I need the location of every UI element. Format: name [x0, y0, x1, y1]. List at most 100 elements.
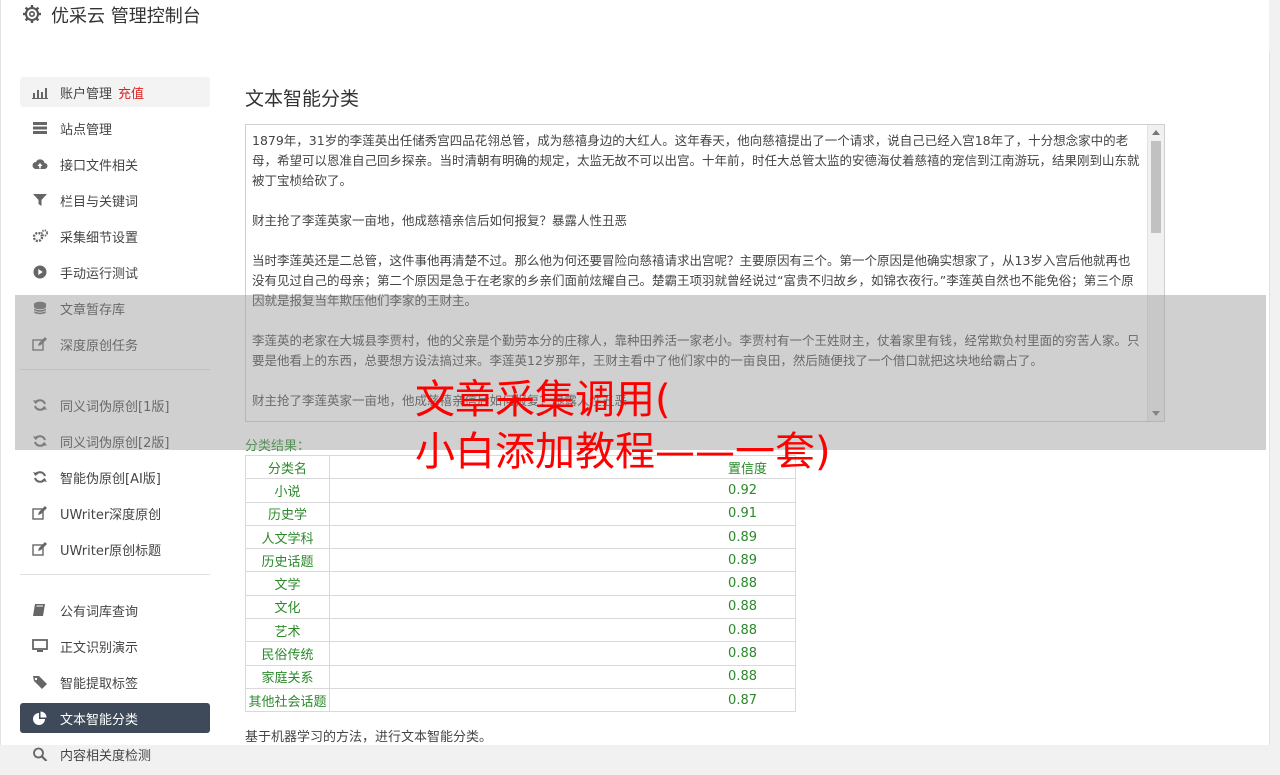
category-cell: 家庭关系: [244, 664, 331, 689]
sidebar-item-label: 正文识别演示: [60, 637, 138, 656]
sidebar-item-text: 采集细节设置: [60, 231, 139, 246]
gear-icon[interactable]: [22, 4, 42, 24]
page-title: 文本智能分类: [245, 88, 360, 110]
sidebar-item-text: 账户管理: [60, 87, 113, 102]
overlay-caption: 文章采集调用( 小白添加教程——一套): [415, 374, 831, 478]
sidebar-item-label: 站点管理: [60, 119, 112, 138]
category-cell: 文学: [244, 571, 331, 596]
sidebar-item-label: 公有词库查询: [60, 601, 138, 620]
sidebar-item-label: UWriter原创标题: [60, 540, 161, 559]
table-row: 人文学科 0.89: [244, 524, 796, 550]
scroll-thumb[interactable]: [1151, 141, 1161, 233]
table-row: 家庭关系 0.88: [244, 664, 796, 689]
confidence-cell: 0.87: [329, 687, 796, 713]
edit-icon: [32, 542, 47, 556]
edit-icon: [32, 506, 47, 520]
play-icon: [33, 265, 47, 279]
confidence-cell: 0.88: [329, 618, 796, 643]
sidebar-item-label: 接口文件相关: [60, 155, 138, 174]
sidebar-item-0-1[interactable]: 站点管理: [20, 113, 210, 143]
table-row: 文化 0.88: [244, 594, 796, 620]
table-row: 历史学 0.91: [244, 501, 796, 526]
server-icon: [33, 122, 47, 134]
filter-icon: [33, 194, 47, 206]
sidebar-item-text: UWriter原创标题: [60, 544, 162, 559]
sidebar-item-text: 接口文件相关: [60, 159, 139, 174]
tag-icon: [33, 676, 47, 689]
article-paragraph: 1879年，31岁的李莲英出任储秀宫四品花翎总管，成为慈禧身边的大红人。这年春天…: [252, 133, 1140, 188]
sidebar-item-text: 手动运行测试: [60, 267, 139, 282]
sidebar-item-0-4[interactable]: 采集细节设置: [20, 221, 210, 251]
sidebar-item-label: 文本智能分类: [60, 709, 138, 728]
sidebar-item-label: UWriter深度原创: [60, 504, 161, 523]
sidebar-item-label: 账户管理 充值: [60, 83, 144, 102]
sidebar-item-2-2[interactable]: 智能提取标签: [20, 667, 210, 697]
sidebar-item-label: 智能提取标签: [60, 673, 138, 692]
sidebar-item-0-2[interactable]: 接口文件相关: [20, 149, 210, 179]
confidence-cell: 0.92: [329, 478, 796, 503]
sidebar-item-text: 智能伪原创[AI版]: [60, 472, 161, 487]
sidebar-item-2-4[interactable]: 内容相关度检测: [20, 739, 210, 769]
table-row: 小说 0.92: [244, 478, 796, 503]
sidebar-item-text: 栏目与关键词: [60, 195, 139, 210]
article-paragraph: 财主抢了李莲英家一亩地，他成慈禧亲信后如何报复？暴露人性丑恶: [252, 213, 628, 228]
sidebar-item-label: 采集细节设置: [60, 227, 138, 246]
bar-chart-icon: [32, 88, 48, 99]
sidebar-item-1-2[interactable]: 智能伪原创[AI版]: [20, 462, 210, 492]
feature-description: 基于机器学习的方法，进行文本智能分类。: [245, 730, 493, 745]
category-cell: 小说: [244, 478, 331, 503]
sidebar-item-1-4[interactable]: UWriter原创标题: [20, 534, 210, 564]
overlay-line-1: 文章采集调用(: [415, 377, 671, 423]
sidebar-item-label: 栏目与关键词: [60, 191, 138, 210]
category-cell: 其他社会话题: [244, 687, 331, 713]
sidebar-item-text: 站点管理: [60, 123, 113, 138]
sidebar-item-text: 智能提取标签: [60, 677, 139, 692]
confidence-cell: 0.88: [329, 594, 796, 620]
confidence-cell: 0.89: [329, 548, 796, 573]
recharge-link[interactable]: 充值: [118, 87, 144, 102]
book-icon: [33, 604, 45, 616]
confidence-cell: 0.88: [329, 641, 796, 666]
sidebar-item-label: 内容相关度检测: [60, 745, 151, 764]
sidebar-item-text: 正文识别演示: [60, 641, 139, 656]
top-header: 优采云 管理控制台: [0, 0, 1269, 53]
sidebar-item-2-3[interactable]: 文本智能分类: [20, 703, 210, 733]
category-cell: 人文学科: [244, 524, 331, 550]
console-title: 优采云 管理控制台: [51, 6, 201, 27]
table-row: 其他社会话题 0.87: [244, 687, 796, 713]
category-cell: 文化: [244, 594, 331, 620]
sidebar-item-text: 文本智能分类: [60, 713, 139, 728]
table-row: 艺术 0.88: [244, 618, 796, 643]
sidebar-item-label: 手动运行测试: [60, 263, 138, 282]
scroll-up-arrow-icon[interactable]: [1152, 130, 1160, 135]
sidebar-item-text: UWriter深度原创: [60, 508, 162, 523]
category-cell: 历史学: [244, 501, 331, 526]
category-cell: 艺术: [244, 618, 331, 643]
table-row: 文学 0.88: [244, 571, 796, 596]
sidebar-item-text: 内容相关度检测: [60, 749, 152, 764]
confidence-cell: 0.88: [329, 571, 796, 596]
monitor-icon: [32, 639, 48, 652]
confidence-cell: 0.91: [329, 501, 796, 526]
sidebar-item-0-3[interactable]: 栏目与关键词: [20, 185, 210, 215]
confidence-cell: 0.88: [329, 664, 796, 689]
refresh-icon: [33, 471, 47, 483]
pie-chart-icon: [33, 711, 47, 725]
category-cell: 民俗传统: [244, 641, 331, 666]
column-header-category: 分类名: [244, 454, 331, 480]
sidebar-item-label: 智能伪原创[AI版]: [60, 468, 161, 487]
gears-icon: [32, 229, 48, 243]
sidebar-divider: [20, 574, 210, 575]
sidebar-item-0-5[interactable]: 手动运行测试: [20, 257, 210, 287]
search-icon: [33, 747, 48, 761]
table-row: 历史话题 0.89: [244, 548, 796, 573]
cloud-upload-icon: [32, 159, 48, 169]
confidence-cell: 0.89: [329, 524, 796, 550]
table-row: 民俗传统 0.88: [244, 641, 796, 666]
classification-table: 分类名 置信度 小说 0.92 历史学 0.91 人文学科 0.89 历史话题 0.89 文学 0…: [244, 454, 796, 713]
sidebar-item-0-0[interactable]: 账户管理 充值: [20, 77, 210, 107]
sidebar-item-1-3[interactable]: UWriter深度原创: [20, 498, 210, 528]
sidebar-item-2-1[interactable]: 正文识别演示: [20, 631, 210, 661]
sidebar-item-2-0[interactable]: 公有词库查询: [20, 595, 210, 625]
sidebar-item-text: 公有词库查询: [60, 605, 139, 620]
